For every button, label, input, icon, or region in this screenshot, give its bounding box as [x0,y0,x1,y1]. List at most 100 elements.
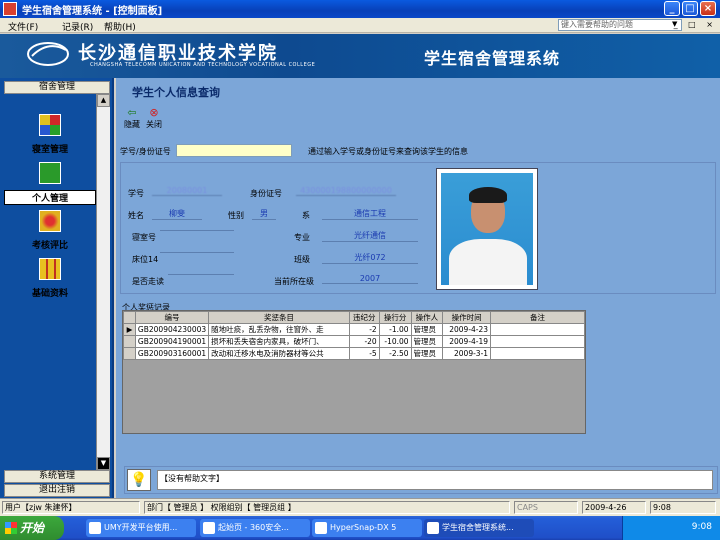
maximize-button[interactable]: □ [682,1,698,16]
room-value [160,230,234,231]
app-icon [3,2,17,16]
sidebar-item-label: 考核评比 [31,241,68,251]
sidebar-item-label: 寝室管理 [31,145,68,155]
cell[interactable]: 管理员 [410,335,444,348]
cell[interactable]: -10.00 [378,335,412,348]
start-button[interactable]: 开始 [0,516,64,540]
cell[interactable]: -20 [348,335,380,348]
table-row[interactable]: ▶ GB200904230003 随地吐痰，乱丢杂物，往窗外、走 -2 -1.0… [123,323,585,336]
column-header[interactable]: 操作时间 [442,311,492,324]
sidebar-item-label: 基础资料 [31,289,68,299]
start-label: 开始 [20,521,45,535]
banner: 长沙通信职业技术学院 CHANGSHA TELECOMM UNICATION A… [0,34,720,78]
table-header-row: 编号 奖惩条目 违纪分 操行分 操作人 操作时间 备注 [123,311,585,324]
id-card-label: 身份证号 [250,189,282,198]
bed-value [160,252,234,253]
grade-value: 2007 [322,274,418,284]
cell[interactable]: 随地吐痰，乱丢杂物，往窗外、走 [208,323,350,336]
folder-icon [315,522,327,534]
help-question-input[interactable]: 键入需要帮助的问题 [558,19,682,31]
table-row[interactable]: GB200904190001 损坏和丢失宿舍内家具，破坏门、 -20 -10.0… [123,335,585,348]
scroll-down-icon[interactable]: ▼ [97,457,110,470]
cell[interactable]: -5 [348,347,380,360]
room-label: 寝室号 [132,233,156,242]
cell[interactable]: 管理员 [410,323,444,336]
close-button[interactable]: ⊗ 关闭 [146,106,162,130]
column-header[interactable]: 违纪分 [348,311,380,324]
minimize-button[interactable]: _ [664,1,680,16]
cell[interactable] [490,347,585,360]
close-icon: ⊗ [149,106,159,119]
mdi-window-controls[interactable]: _ □ × [674,20,717,29]
sidebar-header-dorm[interactable]: 宿舍管理 [4,81,110,94]
task-hypersnap[interactable]: HyperSnap-DX 5 [312,519,422,537]
sidebar-header-logout[interactable]: 退出注销 [4,484,110,497]
grid-icon [39,258,61,280]
column-header[interactable]: 操行分 [378,311,412,324]
status-dept: 部门【 管理员 】 权限组别【 管理员组 】 [144,501,510,514]
student-photo [436,168,538,290]
task-360[interactable]: 起始页 - 360安全... [200,519,310,537]
app-window-icon [89,522,101,534]
sidebar-item-dorm[interactable]: 寝室管理 [4,114,96,155]
cell[interactable]: GB200903160001 [134,347,210,360]
gender-label: 性别 [228,211,244,220]
cell[interactable]: 2009-4-23 [442,323,492,336]
cell[interactable]: 损坏和丢失宿舍内家具，破坏门、 [208,335,350,348]
main-panel: 学生个人信息查询 ⇦ 隐藏 ⊗ 关闭 学号/身份证号 通过输入学号或身份证号来查… [116,78,720,498]
table-row[interactable]: GB200903160001 改动和迁移水电及消防器材等公共 -5 -2.50 … [123,347,585,360]
cell[interactable] [490,323,585,336]
task-dorm-system[interactable]: 学生宿舍管理系统... [424,519,534,537]
cell[interactable]: -1.00 [378,323,412,336]
cell[interactable]: -2.50 [378,347,412,360]
cell[interactable]: GB200904190001 [134,335,210,348]
sidebar-item-person[interactable]: 个人管理 [4,162,96,205]
status-bar: 用户【zjw 朱建怀】 部门【 管理员 】 权限组别【 管理员组 】 CAPS … [0,498,720,516]
cell[interactable]: GB200904230003 [134,323,210,336]
column-header[interactable]: 编号 [134,311,210,324]
is-left-label: 是否走读 [132,277,164,286]
class-label: 班级 [294,255,310,264]
name-value: 柳斐 [152,208,202,220]
column-header[interactable]: 奖惩条目 [208,311,350,324]
awards-grid[interactable]: 编号 奖惩条目 违纪分 操行分 操作人 操作时间 备注 ▶ GB20090423… [122,310,586,434]
lightbulb-icon: 💡 [127,469,151,491]
windows-flag-icon [5,522,17,534]
hide-button[interactable]: ⇦ 隐藏 [124,106,140,130]
sidebar-item-assessment[interactable]: 考核评比 [4,210,96,251]
close-label: 关闭 [146,120,162,129]
cell[interactable]: 改动和迁移水电及消防器材等公共 [208,347,350,360]
taskbar: 开始 UMY开发平台使用... 起始页 - 360安全... HyperSnap… [0,516,720,540]
task-umy[interactable]: UMY开发平台使用... [86,519,196,537]
bed-label: 床位14 [132,255,159,264]
app-window-icon [427,522,439,534]
sidebar: 宿舍管理 ▲ ▼ 寝室管理 个人管理 考核评比 基础资料 系统管理 退出注销 [0,78,114,498]
id-card-value: 430000198800000000 [296,186,396,196]
grade-label: 当前所在级 [274,277,314,286]
menu-file[interactable]: 文件(F) [8,20,38,33]
close-window-button[interactable]: × [700,1,716,16]
sidebar-item-basic-data[interactable]: 基础资料 [4,258,96,299]
system-tray: 9:08 [622,516,720,540]
cell[interactable]: 2009-4-19 [442,335,492,348]
tray-clock: 9:08 [691,522,712,532]
menu-record[interactable]: 记录(R) [62,20,93,33]
cell[interactable]: 2009-3-1 [442,347,492,360]
column-header[interactable]: 备注 [490,311,585,324]
cell[interactable]: -2 [348,323,380,336]
sidebar-header-system[interactable]: 系统管理 [4,470,110,483]
sidebar-scrollbar[interactable]: ▲ ▼ [96,94,110,470]
cell[interactable]: 管理员 [410,347,444,360]
cell[interactable] [490,335,585,348]
menu-help[interactable]: 帮助(H) [104,20,136,33]
system-title: 学生宿舍管理系统 [424,49,561,68]
status-date: 2009-4-26 [582,501,646,514]
scroll-up-icon[interactable]: ▲ [97,94,110,107]
gender-value: 男 [252,208,276,220]
row-selector-icon[interactable]: ▶ [123,323,136,336]
column-header[interactable]: 操作人 [410,311,444,324]
page-title: 学生个人信息查询 [132,86,220,99]
gears-icon [39,210,61,232]
search-input[interactable] [176,144,292,157]
dept-label: 系 [302,211,310,220]
